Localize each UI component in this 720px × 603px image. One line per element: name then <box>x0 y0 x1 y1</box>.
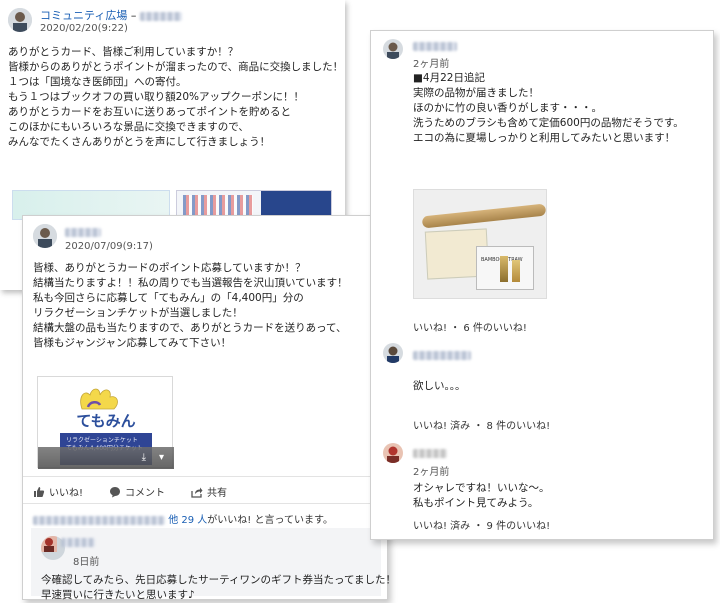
post-text-line: 結構大盤の品も当たりますので、ありがとうカードを送りあって、 <box>33 322 347 334</box>
person-icon <box>33 224 57 248</box>
comment-text-line: 洗うためのブラシも含めて定価600円の品物だそうです。 <box>413 117 684 129</box>
post-text-line: １つは「国境なき医師団」への寄付。 <box>8 76 187 88</box>
share-label: 共有 <box>207 488 228 499</box>
like-label: いいね! <box>49 488 84 499</box>
svg-text:てもみん: てもみん <box>76 412 135 430</box>
download-icon[interactable]: ⤓ <box>142 452 146 463</box>
comment-body: 今確認してみたら、先日応募したサーティワンのギフト券当たってました！ 早速買いに… <box>41 573 396 603</box>
person-icon <box>8 8 32 32</box>
comment-text-line: 今確認してみたら、先日応募したサーティワンのギフト券当たってました！ <box>41 574 397 586</box>
header-separator: – <box>127 9 140 22</box>
person-icon <box>383 39 403 59</box>
comment-text-line: オシャレですね！いいな〜。 <box>413 482 550 494</box>
comment-thread-card: 2ヶ月前 ■4月22日追記 実際の品物が届きました！ ほのかに竹の良い香りがしま… <box>370 30 714 540</box>
attached-image[interactable]: てもみん リラクゼーションチケット てもみん4,400円分チケット ⤓ ▾ <box>37 376 174 469</box>
post-date: 2020/02/20(9:22) <box>40 23 128 34</box>
comment-text-line: ほのかに竹の良い香りがします・・・。 <box>413 102 602 114</box>
commenter-name[interactable] <box>413 447 447 459</box>
commenter-avatar[interactable] <box>383 343 403 363</box>
like-button[interactable]: いいね! <box>33 484 83 499</box>
commenter-name[interactable] <box>61 536 95 548</box>
chevron-down-icon[interactable]: ▾ <box>159 452 164 463</box>
post-text-line: 結構当たりますよ！！私の周りでも当選報告を沢山頂いています！ <box>33 277 348 289</box>
blurred-liker-names <box>33 515 165 525</box>
post-text-line: ありがとうカードをお互いに送りあってポイントを貯めると <box>8 106 291 118</box>
post-body: 皆様、ありがとうカードのポイント応募していますか！？ 結構当たりますよ！！私の周… <box>33 261 348 351</box>
post-text-line: このほかにもいろいろな景品に交換できますので、 <box>8 121 249 133</box>
comment-body: 欲しい。。。 <box>413 379 466 394</box>
likes-suffix: がいいね! と言っています。 <box>207 515 333 526</box>
blurred-author-name <box>139 11 182 21</box>
comment-date: 2ヶ月前 <box>413 59 450 70</box>
post-text-line: ありがとうカード、皆様ご利用していますか！？ <box>8 46 239 58</box>
commenter-name[interactable] <box>413 349 471 361</box>
comment-label: コメント <box>125 488 166 499</box>
thumbs-up-icon <box>34 486 45 497</box>
post-text-line: 皆様からのありがとうポイントが溜まったので、商品に交換しました！ <box>8 61 344 73</box>
comment-button[interactable]: コメント <box>109 484 165 499</box>
post-text-line: 私も今回さらに応募して「てもみん」の「4,400円」分の <box>33 292 304 304</box>
comment-text-line: 私もポイント見てみよう。 <box>413 497 539 509</box>
post-text-line: 皆様、ありがとうカードのポイント応募していますか！？ <box>33 262 306 274</box>
comment-text-line: ■4月22日追記 <box>413 72 485 84</box>
author-avatar[interactable] <box>33 224 57 248</box>
comment-body: オシャレですね！いいな〜。 私もポイント見てみよう。 <box>413 481 550 511</box>
comment-text-line: 早速買いに行きたいと思います♪ <box>41 589 195 601</box>
comment-text-line: エコの為に夏場しっかりと利用してみたいと思います！ <box>413 132 676 144</box>
person-icon <box>383 443 403 463</box>
comment-body: ■4月22日追記 実際の品物が届きました！ ほのかに竹の良い香りがします・・・。… <box>413 71 684 146</box>
temiyn-logo: てもみん <box>76 388 136 430</box>
commenter-avatar[interactable] <box>383 443 403 463</box>
thumbnail-image <box>183 195 253 217</box>
comment-icon <box>110 486 121 497</box>
comment-date: 2ヶ月前 <box>413 467 450 478</box>
post-actions: いいね! コメント 共有 <box>33 484 253 499</box>
comment: 8日前 今確認してみたら、先日応募したサーティワンのギフト券当たってました！ 早… <box>31 528 396 601</box>
divider <box>23 503 387 504</box>
post-body: ありがとうカード、皆様ご利用していますか！？ 皆様からのありがとうポイントが溜ま… <box>8 45 343 150</box>
post-header: コミュニティ広場 – <box>40 7 182 23</box>
comment-text-line: 実際の品物が届きました！ <box>413 87 539 99</box>
drink-image <box>500 256 508 282</box>
comment-like-row[interactable]: いいね! 済み ・ 8 件のいいね! <box>413 417 550 432</box>
comment-date: 8日前 <box>73 557 100 568</box>
commenter-avatar[interactable] <box>383 39 403 59</box>
post-card-2: 2020/07/09(9:17) 皆様、ありがとうカードのポイント応募しています… <box>22 215 396 601</box>
share-icon <box>191 487 203 498</box>
likes-summary: 他 29 人がいいね! と言っています。 <box>33 511 333 526</box>
author-name[interactable] <box>65 226 101 238</box>
divider <box>23 476 387 477</box>
person-icon <box>41 536 57 552</box>
post-date: 2020/07/09(9:17) <box>65 241 153 252</box>
comment-like-row[interactable]: いいね! ・ 6 件のいいね! <box>413 319 527 334</box>
share-button[interactable]: 共有 <box>191 484 227 499</box>
commenter-name[interactable] <box>413 40 457 52</box>
post-text-line: リラクゼーションチケットが当選しました！ <box>33 307 243 319</box>
post-text-line: 皆様もジャンジャン応募してみて下さい！ <box>33 337 232 349</box>
post-text-line: もう１つはブックオフの買い取り額20%アップクーポンに！！ <box>8 91 305 103</box>
bamboo-straw-image <box>421 203 546 229</box>
product-photo[interactable]: BAMBOO STRAW <box>413 189 547 299</box>
post-text-line: みんなでたくさんありがとうを声にして行きましょう！ <box>8 136 271 148</box>
person-icon <box>383 343 403 363</box>
other-likers-link[interactable]: 他 29 人 <box>168 515 207 526</box>
community-link[interactable]: コミュニティ広場 <box>40 9 127 22</box>
image-overlay-bar <box>38 447 174 469</box>
comment-text-line: 欲しい。。。 <box>413 380 466 392</box>
author-avatar[interactable] <box>8 8 32 32</box>
comment-like-row[interactable]: いいね! 済み ・ 9 件のいいね! <box>413 517 550 532</box>
drink-image <box>512 260 520 282</box>
